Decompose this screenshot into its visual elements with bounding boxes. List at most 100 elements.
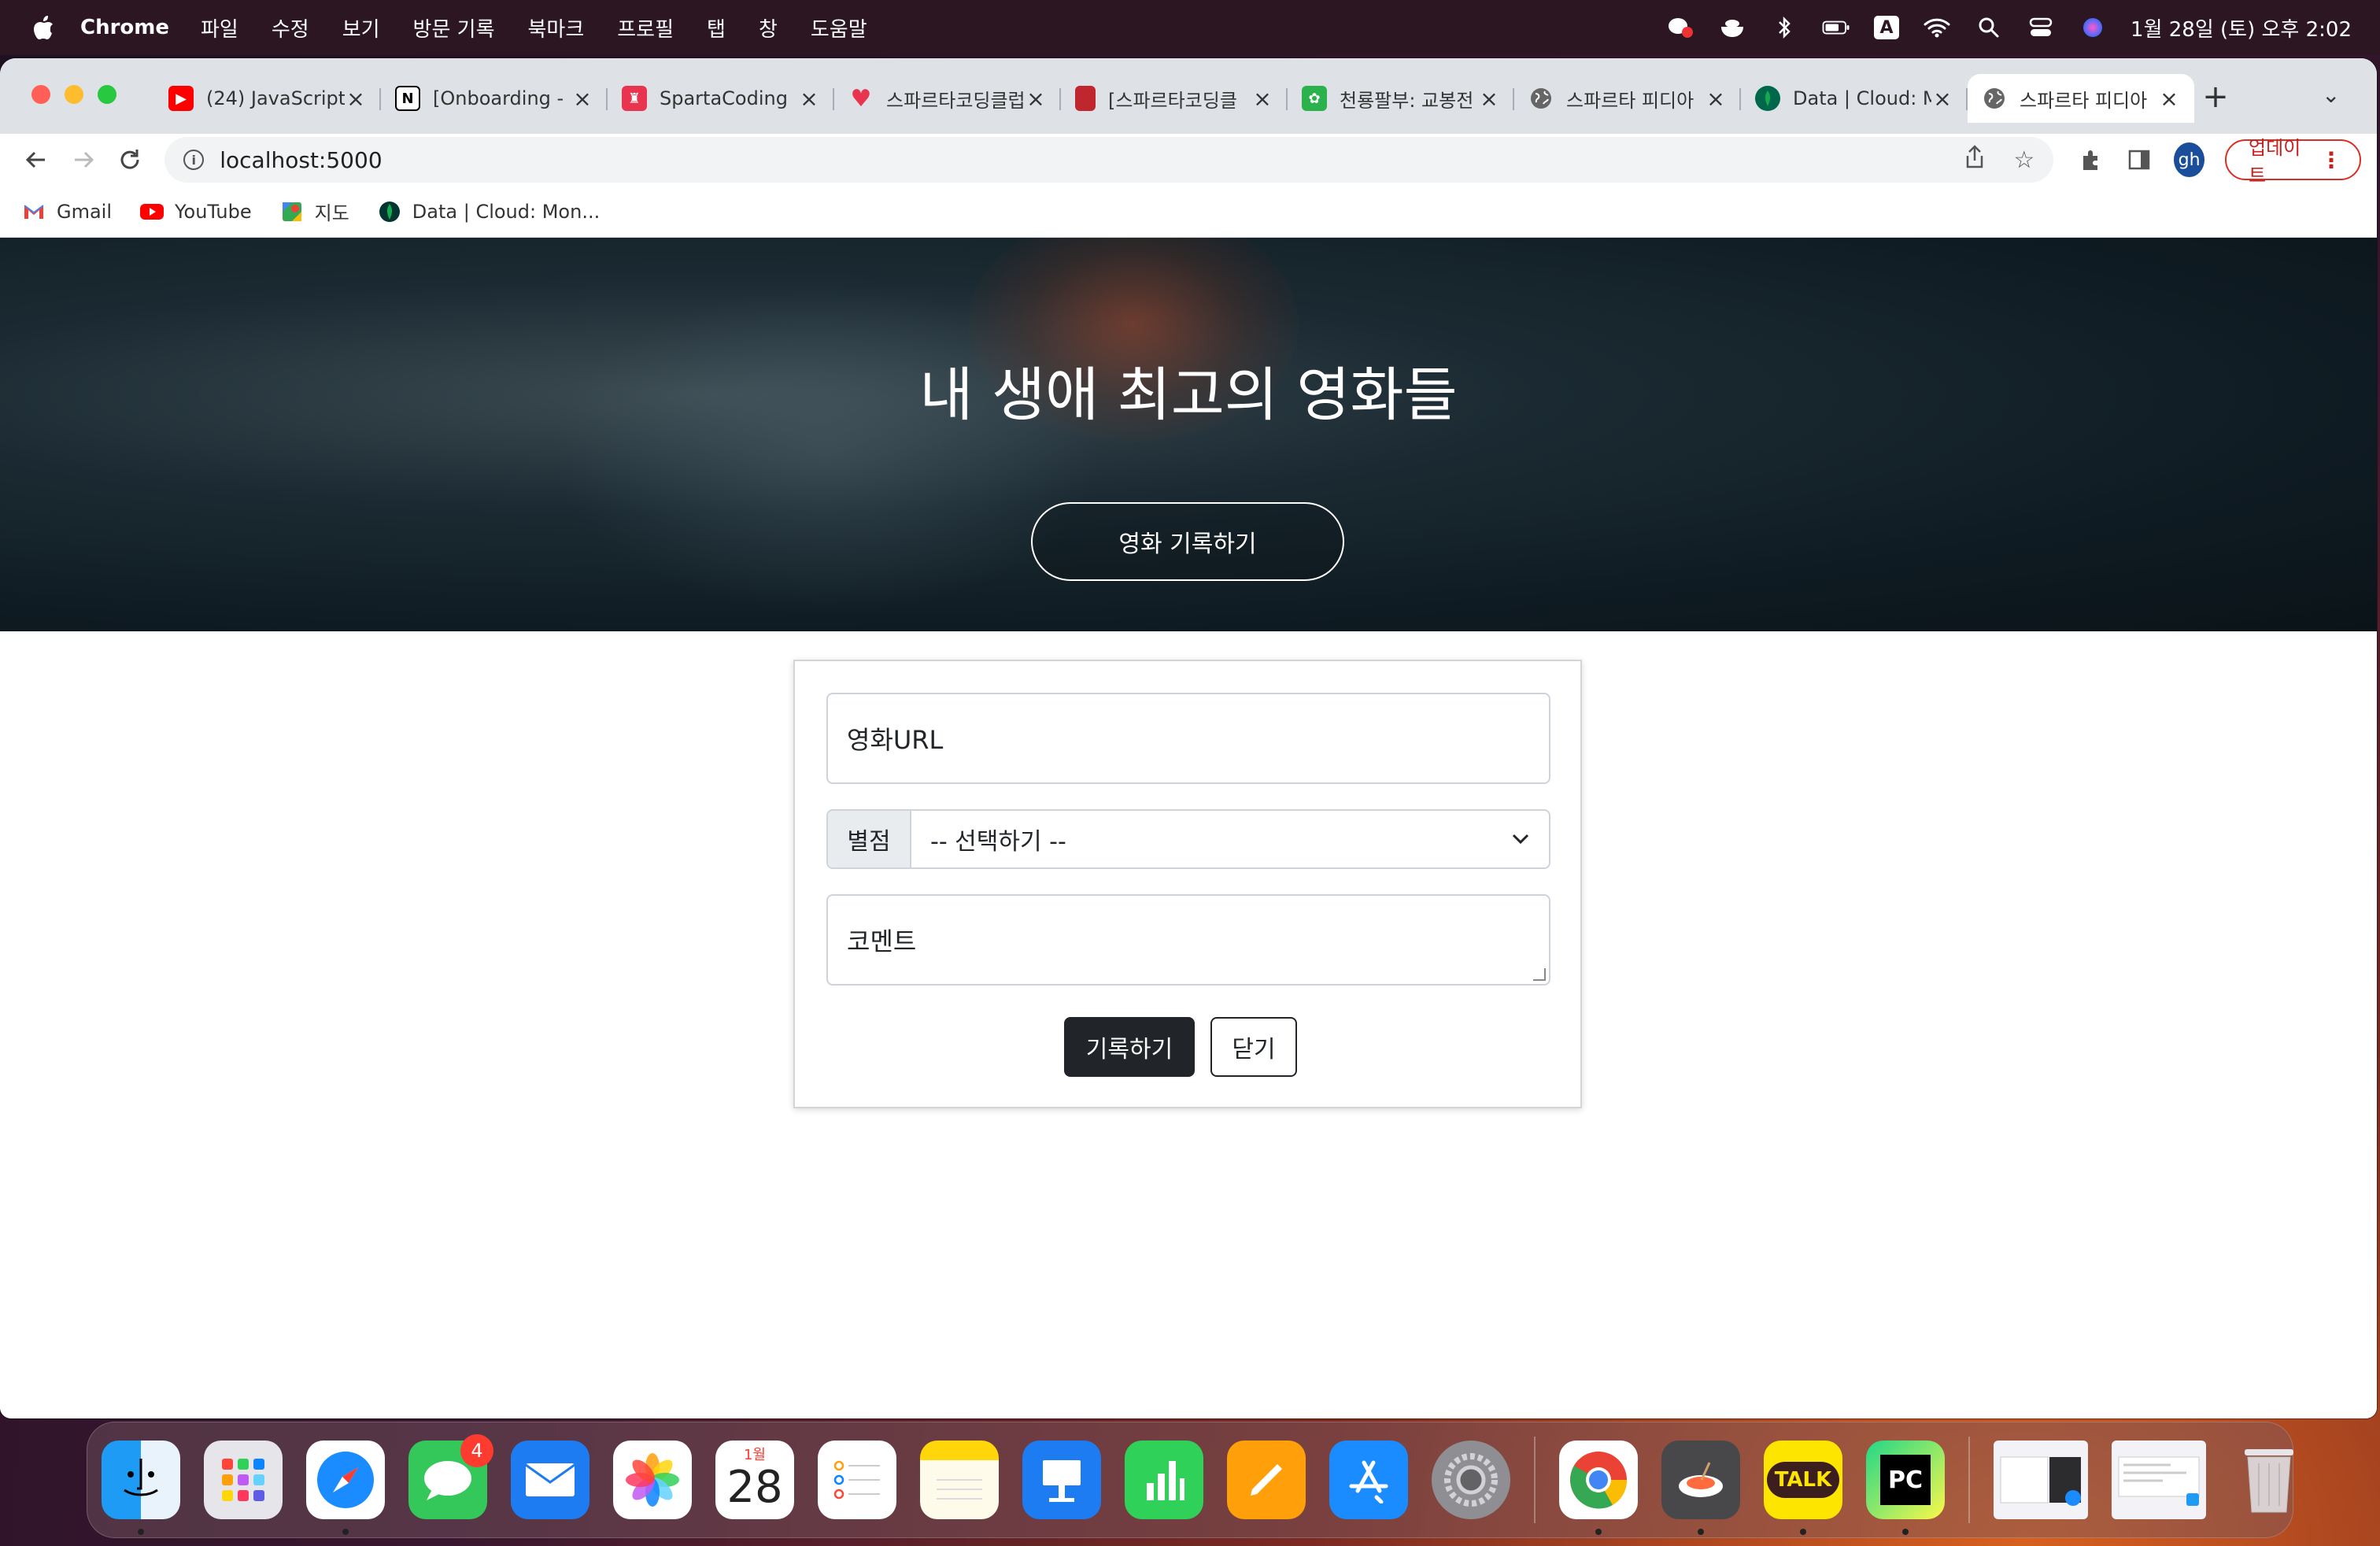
chevron-down-icon [1511, 827, 1530, 851]
tab-youtube-javascript[interactable]: ▶ (24) JavaScript × [154, 74, 381, 123]
launchpad-icon[interactable] [204, 1441, 283, 1519]
tab-title: (24) JavaScript [206, 87, 345, 109]
share-icon[interactable] [1964, 145, 1985, 175]
new-tab-button[interactable]: + [2196, 79, 2235, 115]
bluetooth-icon[interactable] [1770, 16, 1798, 39]
comment-textarea[interactable]: 코멘트 [826, 894, 1550, 986]
close-window-button[interactable] [31, 85, 50, 104]
numbers-icon[interactable] [1125, 1441, 1203, 1519]
address-bar[interactable]: i localhost:5000 ☆ [164, 137, 2054, 183]
tab-title: 스파르타 피디아 [2020, 89, 2148, 112]
rating-select[interactable]: -- 선택하기 -- [911, 811, 1549, 867]
menu-help[interactable]: 도움말 [811, 13, 867, 43]
chat-status-icon[interactable] [1666, 16, 1694, 39]
menu-file[interactable]: 파일 [201, 13, 238, 43]
side-panel-icon[interactable] [2126, 144, 2153, 176]
keynote-icon[interactable] [1022, 1441, 1101, 1519]
menu-window[interactable]: 창 [759, 13, 778, 43]
close-icon[interactable]: × [798, 86, 820, 112]
photos-icon[interactable] [613, 1441, 692, 1519]
minimized-window-thumbnail[interactable] [2112, 1441, 2206, 1519]
finder-icon[interactable] [102, 1441, 180, 1535]
fullscreen-window-button[interactable] [98, 85, 116, 104]
bookmark-maps[interactable]: 지도 [280, 198, 349, 225]
menu-edit[interactable]: 수정 [272, 13, 309, 43]
forward-button[interactable] [63, 138, 104, 182]
trash-icon[interactable] [2230, 1441, 2308, 1519]
close-icon[interactable]: × [571, 86, 593, 112]
close-button[interactable]: 닫기 [1210, 1017, 1297, 1077]
page-title: 내 생애 최고의 영화들 [919, 361, 1458, 429]
control-center-icon[interactable] [2027, 16, 2055, 39]
star-icon[interactable]: ☆ [2013, 146, 2034, 174]
resize-handle-icon[interactable] [1533, 968, 1546, 981]
close-icon[interactable]: × [1478, 86, 1500, 112]
close-icon[interactable]: × [1251, 86, 1273, 112]
system-settings-icon[interactable] [1432, 1441, 1510, 1519]
sparta-icon: ♜ [622, 86, 647, 111]
record-movie-button[interactable]: 영화 기록하기 [1031, 502, 1344, 581]
post-form-card: 영화URL 별점 -- 선택하기 -- 코멘트 기록하기 닫기 [793, 660, 1582, 1108]
tab-notion-onboarding[interactable]: N [Onboarding - × [381, 74, 608, 123]
menubar-app-name[interactable]: Chrome [80, 16, 169, 39]
tab-sparta-club-book[interactable]: [스파르타코딩클 × [1061, 74, 1288, 123]
menu-history[interactable]: 방문 기록 [413, 13, 495, 43]
close-icon[interactable]: × [1025, 86, 1047, 112]
reminders-icon[interactable] [818, 1441, 896, 1519]
menu-profiles[interactable]: 프로필 [617, 13, 674, 43]
tab-spartapedia[interactable]: 스파르타 피디아 × [1514, 74, 1741, 123]
notes-icon[interactable] [920, 1441, 999, 1519]
close-icon[interactable]: × [345, 86, 367, 112]
bookmark-mongodb[interactable]: Data | Cloud: Mon... [378, 201, 600, 223]
minimized-window-thumbnail[interactable] [1994, 1441, 2088, 1519]
save-button[interactable]: 기록하기 [1064, 1017, 1195, 1077]
bookmark-youtube[interactable]: YouTube [140, 201, 252, 223]
back-button[interactable] [16, 138, 57, 182]
reload-button[interactable] [110, 138, 151, 182]
pycharm-icon[interactable]: PC [1866, 1441, 1945, 1535]
spotlight-search-icon[interactable] [1975, 16, 2003, 39]
book-icon [1075, 86, 1096, 111]
safari-icon[interactable] [306, 1441, 385, 1535]
close-icon[interactable]: × [1931, 86, 1953, 112]
close-icon[interactable]: × [2158, 86, 2180, 112]
bookmark-label: 지도 [314, 202, 349, 224]
app-store-icon[interactable] [1329, 1441, 1408, 1519]
tab-title: [Onboarding - [433, 87, 564, 109]
battery-icon[interactable] [1822, 16, 1850, 39]
kakaotalk-icon[interactable]: TALK [1764, 1441, 1842, 1535]
macos-dock: 4 1월 28 TALK PC [87, 1422, 2293, 1538]
movie-url-input[interactable]: 영화URL [826, 693, 1550, 784]
tab-spartapedia-active[interactable]: 스파르타 피디아 × [1968, 74, 2194, 123]
wifi-icon[interactable] [1923, 16, 1951, 39]
tab-sparta-club[interactable]: ♥ 스파르타코딩클럽 × [834, 74, 1061, 123]
tab-mongodb[interactable]: Data | Cloud: M × [1741, 74, 1968, 123]
input-source-icon[interactable]: A [1874, 16, 1900, 39]
close-icon[interactable]: × [1705, 86, 1727, 112]
mail-icon[interactable] [511, 1441, 589, 1519]
siri-icon[interactable] [2079, 16, 2107, 39]
bowl-status-icon[interactable] [1718, 16, 1746, 39]
tab-spartacoding[interactable]: ♜ SpartaCoding × [608, 74, 834, 123]
bookmark-gmail[interactable]: Gmail [22, 201, 112, 223]
pages-icon[interactable] [1227, 1441, 1306, 1519]
update-button[interactable]: 업데이트 ⋮ [2225, 137, 2361, 187]
food-app-icon[interactable] [1661, 1441, 1740, 1535]
tab-title: [스파르타코딩클 [1108, 89, 1237, 112]
chevron-down-icon[interactable]: ⌄ [2322, 82, 2340, 108]
tab-game[interactable]: ✿ 천룡팔부: 교봉전 × [1288, 74, 1514, 123]
minimize-window-button[interactable] [65, 85, 83, 104]
chrome-icon[interactable] [1559, 1441, 1638, 1535]
mongodb-icon [378, 201, 401, 222]
apple-icon[interactable] [31, 14, 55, 41]
profile-avatar[interactable]: gh [2174, 142, 2205, 177]
address-bar-url[interactable]: localhost:5000 [220, 147, 1936, 173]
menu-tab[interactable]: 탭 [707, 13, 726, 43]
menubar-clock[interactable]: 1월 28일 (토) 오후 2:02 [2131, 13, 2352, 43]
extensions-icon[interactable] [2077, 144, 2105, 176]
menu-bookmarks[interactable]: 북마크 [528, 13, 585, 43]
menu-view[interactable]: 보기 [342, 13, 380, 43]
messages-icon[interactable]: 4 [408, 1434, 493, 1519]
calendar-icon[interactable]: 1월 28 [715, 1441, 794, 1519]
site-info-icon[interactable]: i [183, 150, 205, 170]
